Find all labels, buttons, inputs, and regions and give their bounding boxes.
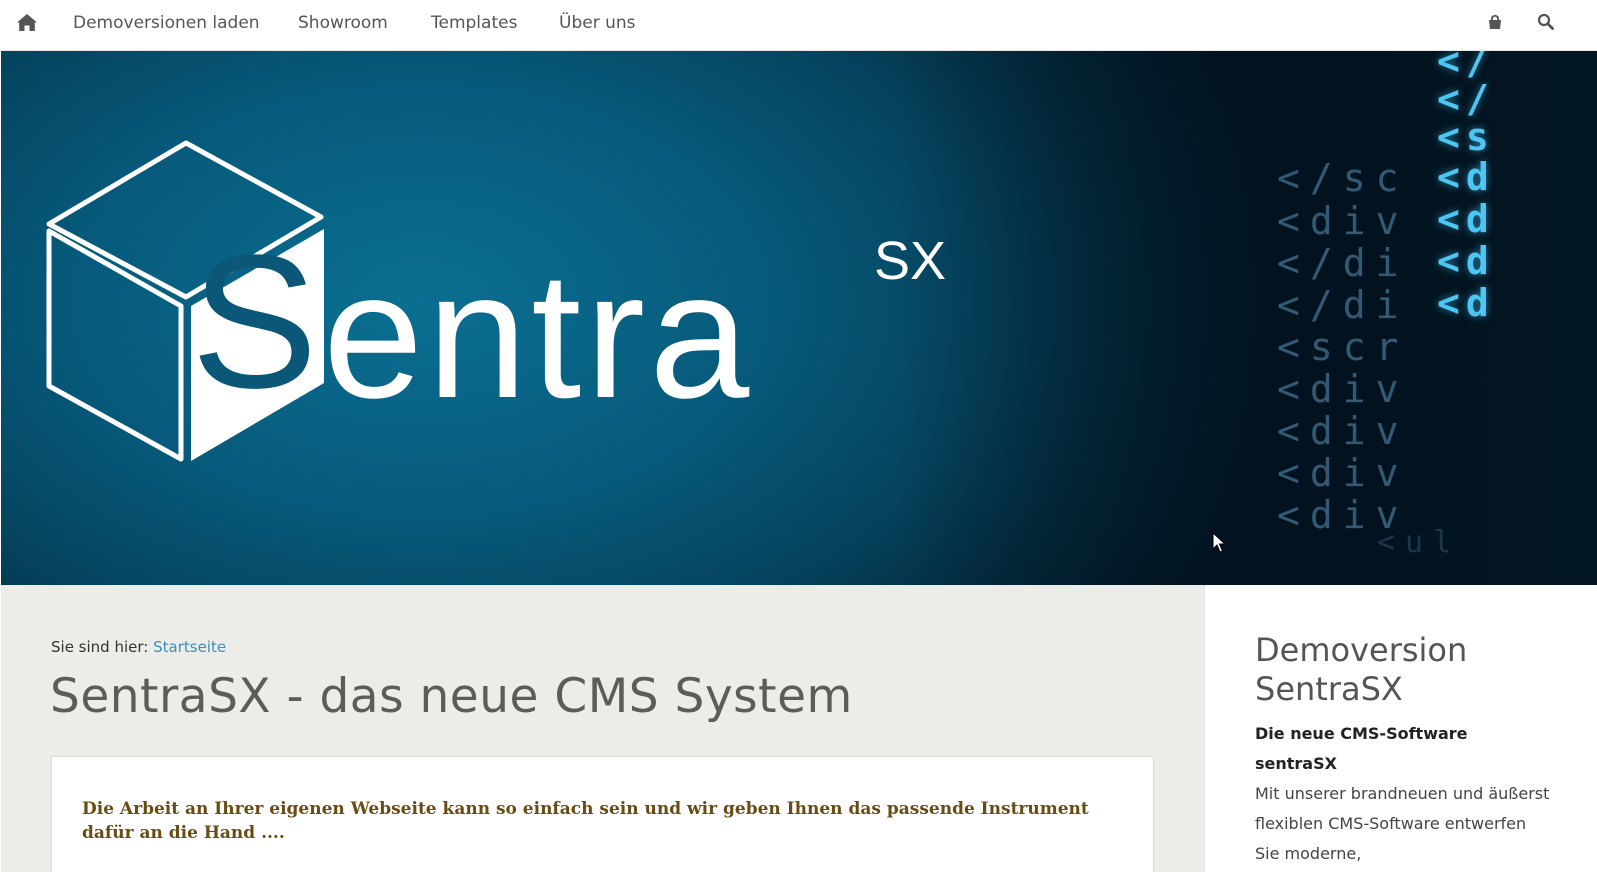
search-icon[interactable]	[1535, 11, 1557, 33]
nav-item-ueber-uns[interactable]: Über uns	[559, 13, 636, 33]
shopping-bag-icon[interactable]	[1484, 11, 1506, 33]
main-content: Sie sind hier: Startseite SentraSX - das…	[1, 585, 1204, 872]
code-line: <div	[1277, 199, 1409, 243]
code-line: <div	[1277, 451, 1409, 495]
breadcrumb: Sie sind hier: Startseite	[51, 638, 226, 656]
nav-item-templates[interactable]: Templates	[431, 13, 517, 33]
code-line: <div	[1277, 409, 1409, 453]
intro-text: Die Arbeit an Ihrer eigenen Webseite kan…	[82, 799, 1089, 843]
nav-item-showroom[interactable]: Showroom	[298, 13, 388, 33]
hero-banner: </sc <div </di </di <scr <div <div <div …	[1, 51, 1597, 585]
mouse-cursor-icon	[1212, 532, 1227, 553]
logo-letter-s: S	[191, 216, 318, 428]
code-line: <scr	[1277, 325, 1409, 369]
code-line-bright: <d	[1437, 239, 1495, 283]
sentra-logo: S entra SX	[46, 140, 946, 462]
code-line: <div	[1277, 367, 1409, 411]
nav-item-demoversionen[interactable]: Demoversionen laden	[73, 13, 260, 33]
sidebar-title: Demoversion SentraSX	[1255, 631, 1468, 708]
home-icon[interactable]	[14, 10, 40, 36]
code-line: </sc	[1277, 156, 1409, 200]
code-line: </di	[1277, 241, 1409, 285]
breadcrumb-prefix: Sie sind hier:	[51, 638, 149, 656]
article-box: Die Arbeit an Ihrer eigenen Webseite kan…	[51, 756, 1154, 872]
logo-wordmark: entra	[323, 235, 753, 436]
code-line-bright: <d	[1437, 155, 1495, 199]
page-title: SentraSX - das neue CMS System	[50, 669, 853, 724]
code-line-bright: <d	[1437, 281, 1495, 325]
logo-superscript: SX	[874, 231, 946, 291]
sidebar: Demoversion SentraSX Die neue CMS-Softwa…	[1204, 585, 1597, 872]
sidebar-subtitle: Die neue CMS-Software sentraSX	[1255, 724, 1468, 773]
code-line: </di	[1277, 283, 1409, 327]
sidebar-text: Mit unserer brandneuen und äußerst flexi…	[1255, 784, 1550, 863]
code-line-bright: <d	[1437, 197, 1495, 241]
code-line: <ul	[1377, 525, 1462, 560]
top-navigation: Demoversionen laden Showroom Templates Ü…	[0, 0, 1597, 51]
breadcrumb-link-startseite[interactable]: Startseite	[153, 638, 226, 656]
code-background-graphic: </sc <div </di </di <scr <div <div <div …	[1277, 51, 1597, 585]
code-line-bright: <s	[1437, 115, 1495, 159]
